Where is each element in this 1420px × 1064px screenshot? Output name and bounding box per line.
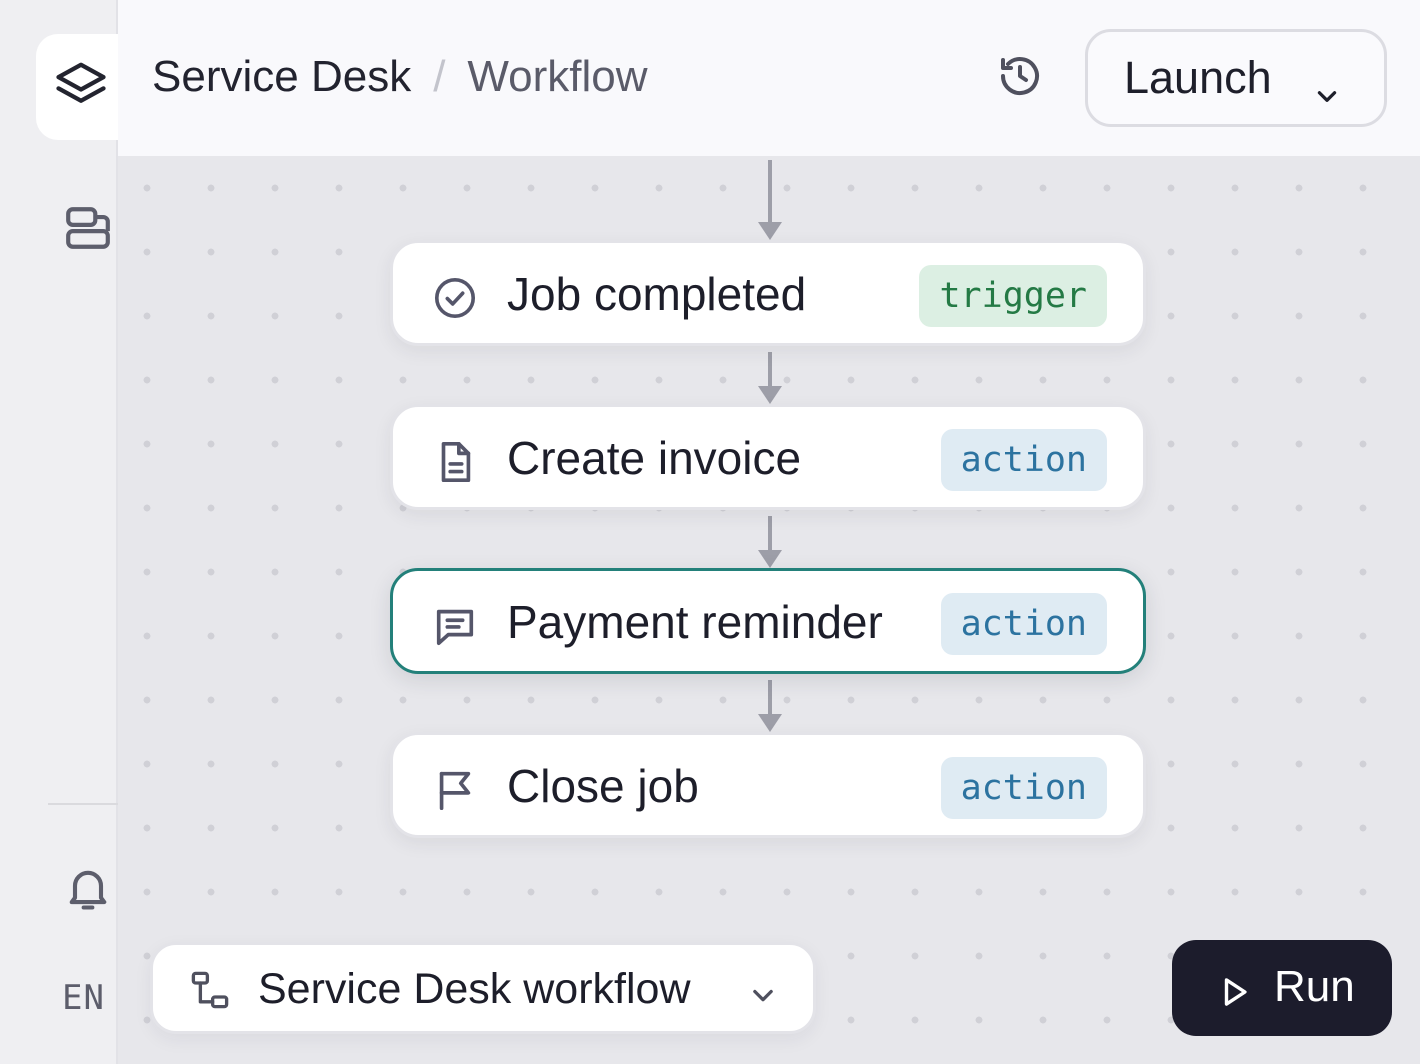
connector-arrowhead [758, 386, 782, 404]
layers-icon [54, 58, 108, 117]
workflow-node-payment-reminder[interactable]: Payment reminder action [390, 568, 1146, 674]
history-button[interactable] [992, 50, 1048, 106]
node-type-badge: action [940, 593, 1107, 655]
rail-divider [48, 803, 118, 805]
breadcrumb-separator: / [433, 52, 446, 101]
launch-label: Launch [1124, 52, 1272, 103]
workflow-selector-label: Service Desk workflow [258, 965, 691, 1013]
message-icon [431, 602, 479, 650]
workflow-canvas[interactable]: Job completed trigger Create invoice act… [118, 156, 1420, 1064]
flag-icon [431, 766, 479, 814]
workflow-selector[interactable]: Service Desk workflow [150, 942, 816, 1034]
workflow-node-create-invoice[interactable]: Create invoice action [390, 404, 1146, 510]
connector-arrowhead [758, 714, 782, 732]
notifications-button[interactable] [56, 858, 120, 922]
node-title: Create invoice [507, 432, 802, 484]
run-button[interactable]: Run [1172, 940, 1392, 1036]
rail-layout-button[interactable] [56, 198, 120, 262]
play-icon [1218, 970, 1252, 1020]
run-label: Run [1274, 962, 1355, 1011]
node-type-badge: action [940, 757, 1107, 819]
history-icon [996, 52, 1044, 105]
breadcrumb: Service Desk / Workflow [152, 50, 648, 104]
layout-panels-icon [63, 203, 113, 258]
rail-logo-button[interactable] [36, 34, 120, 140]
node-title: Payment reminder [507, 596, 883, 648]
document-icon [431, 438, 479, 486]
node-title: Close job [507, 760, 699, 812]
language-switcher[interactable]: EN [62, 978, 105, 1018]
node-type-badge: action [940, 429, 1107, 491]
workflow-icon [189, 969, 231, 1016]
node-title: Job completed [507, 268, 807, 320]
check-circle-icon [431, 274, 479, 322]
chevron-down-icon [1314, 68, 1340, 120]
connector-arrowhead [758, 222, 782, 240]
left-rail: EN [0, 0, 120, 1064]
top-header: Service Desk / Workflow Launch [118, 0, 1420, 156]
workflow-node-job-completed[interactable]: Job completed trigger [390, 240, 1146, 346]
workflow-node-close-job[interactable]: Close job action [390, 732, 1146, 838]
launch-button[interactable]: Launch [1085, 29, 1387, 127]
chevron-down-icon [749, 981, 777, 1014]
connector-arrowhead [758, 550, 782, 568]
node-type-badge: trigger [919, 265, 1107, 327]
breadcrumb-root-link[interactable]: Service Desk [152, 50, 411, 104]
bell-icon [62, 862, 114, 919]
breadcrumb-current: Workflow [467, 52, 648, 101]
